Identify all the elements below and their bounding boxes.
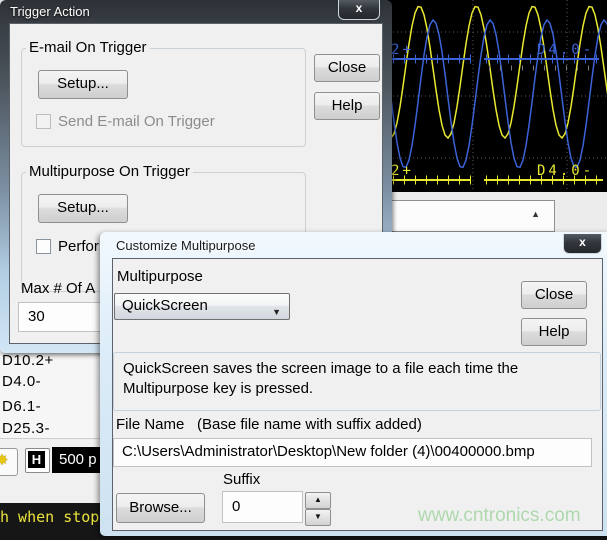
close-icon: x (579, 235, 586, 249)
multipurpose-setup-button[interactable]: Setup... (38, 194, 128, 223)
horizontal-icon: H (28, 451, 45, 468)
file-name-label: File Name (116, 416, 184, 433)
file-path-field[interactable]: C:\Users\Administrator\Desktop\New folde… (113, 438, 592, 467)
file-name-hint: (Base file name with suffix added) (197, 416, 422, 433)
perform-label: Perfor (58, 238, 99, 255)
waveform-graticule: 2+ D4.0- 2+ D4.0- (385, 0, 607, 192)
perform-checkbox[interactable] (36, 239, 51, 254)
bus1-right-label: D4.0- (537, 42, 594, 58)
description-line2: Multipurpose key is pressed. (123, 379, 600, 399)
suffix-decrement-button[interactable]: ▼ (305, 509, 331, 526)
window-title: Customize Multipurpose (116, 238, 255, 253)
multipurpose-group-label: Multipurpose On Trigger (26, 163, 193, 180)
scroll-up-icon[interactable]: ▲ (531, 209, 540, 219)
multipurpose-label: Multipurpose (117, 268, 203, 285)
bus1-left-label: 2+ (391, 42, 414, 58)
bus2-right-label: D4.0- (537, 163, 594, 179)
digital-channel-list: D10.2+ D4.0- D6.1- D25.3- (0, 348, 100, 439)
close-button[interactable]: Close (314, 54, 380, 82)
bus2-left-label: 2+ (391, 163, 414, 179)
send-email-checkrow: Send E-mail On Trigger (36, 113, 215, 130)
max-actions-label: Max # Of A (21, 280, 95, 297)
channel-label[interactable]: D4.0- (2, 373, 41, 390)
suffix-label: Suffix (223, 471, 260, 488)
description-box: QuickScreen saves the screen image to a … (113, 352, 601, 411)
channel-label[interactable]: D10.2+ (2, 352, 54, 369)
suffix-increment-button[interactable]: ▲ (305, 492, 331, 509)
channel-label[interactable]: D6.1- (2, 398, 41, 415)
perform-checkrow: Perfor (36, 238, 99, 255)
close-window-button[interactable]: x (338, 0, 380, 20)
help-button[interactable]: Help (521, 318, 587, 346)
dropdown-value: QuickScreen (122, 297, 208, 314)
oscilloscope-display: 2+ D4.0- 2+ D4.0- (385, 0, 607, 192)
browse-button[interactable]: Browse... (116, 493, 205, 523)
status-text: h when stop (0, 508, 99, 526)
window-title: Trigger Action (10, 4, 90, 19)
multipurpose-dropdown[interactable]: QuickScreen ▼ (114, 293, 290, 320)
arrow-down-icon: ▼ (314, 512, 322, 521)
arrow-up-icon: ▲ (314, 495, 322, 504)
email-group-label: E-mail On Trigger (26, 39, 150, 56)
chevron-down-icon: ▼ (272, 301, 281, 324)
close-button[interactable]: Close (521, 281, 587, 309)
close-window-button[interactable]: x (563, 234, 602, 254)
help-button[interactable]: Help (314, 92, 380, 120)
suffix-field[interactable]: 0 (222, 491, 303, 523)
watermark: www.cntronics.com (418, 505, 598, 527)
scope-listbox[interactable]: ▲ (387, 200, 555, 232)
screen: { "icons": { "close": "x", "dropdown_arr… (0, 0, 607, 540)
sun-icon: ✸ (0, 452, 8, 469)
email-setup-button[interactable]: Setup... (38, 70, 128, 99)
send-email-label: Send E-mail On Trigger (58, 113, 215, 130)
channel-label[interactable]: D25.3- (2, 420, 50, 437)
description-line1: QuickScreen saves the screen image to a … (123, 359, 600, 379)
close-icon: x (356, 1, 363, 15)
brightness-button[interactable]: ✸ (0, 448, 18, 476)
send-email-checkbox[interactable] (36, 114, 51, 129)
scope-toolbar: ✸ H 500 p (0, 439, 100, 503)
horizontal-button[interactable]: H (25, 448, 50, 473)
